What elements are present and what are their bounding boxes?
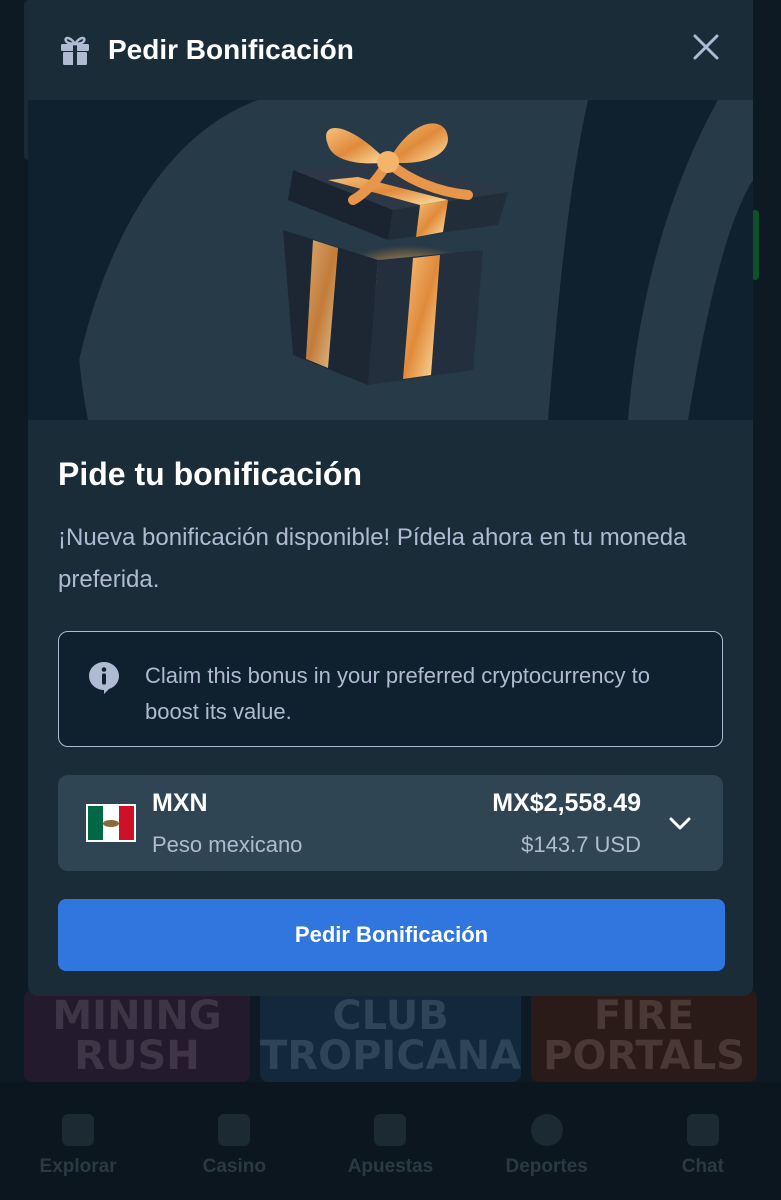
nav-item-casino: Casino xyxy=(169,1114,299,1178)
nav-label: Explorar xyxy=(39,1156,117,1177)
currency-name: Peso mexicano xyxy=(152,831,303,857)
mexico-flag-icon xyxy=(86,804,136,842)
nav-label: Casino xyxy=(202,1156,266,1177)
currency-info: MXN Peso mexicano xyxy=(152,789,492,858)
game-tile-fire-portals: FIRE PORTALS xyxy=(531,990,758,1082)
currency-usd-value: $143.7 USD xyxy=(521,831,641,857)
bottom-nav: Explorar Casino Apuestas Deportes Chat xyxy=(0,1082,781,1200)
betslip-icon xyxy=(374,1114,407,1146)
explore-icon xyxy=(62,1114,95,1146)
game-tile-mining-rush: MINING RUSH xyxy=(24,990,250,1082)
ball-icon xyxy=(530,1114,563,1146)
modal-content: Pide tu bonificación ¡Nueva bonificación… xyxy=(28,420,753,971)
currency-amounts: MX$2,558.49 $143.7 USD xyxy=(492,789,641,858)
info-callout: Claim this bonus in your preferred crypt… xyxy=(58,631,723,747)
hero-banner xyxy=(28,100,753,420)
claim-bonus-button[interactable]: Pedir Bonificación xyxy=(58,899,725,971)
claim-bonus-modal: Pedir Bonificación Pide tu bonificación … xyxy=(28,0,753,996)
chat-icon xyxy=(686,1114,719,1146)
nav-item-explorar: Explorar xyxy=(13,1114,143,1178)
gift-icon xyxy=(61,36,89,65)
chevron-down-icon[interactable] xyxy=(667,810,693,836)
nav-label: Apuestas xyxy=(347,1156,434,1177)
close-icon[interactable] xyxy=(691,32,721,62)
nav-label: Chat xyxy=(681,1156,724,1177)
info-icon xyxy=(89,662,119,694)
nav-item-apuestas: Apuestas xyxy=(325,1114,455,1178)
bonus-heading: Pide tu bonificación xyxy=(58,456,363,492)
nav-item-chat: Chat xyxy=(638,1114,768,1178)
currency-code: MXN xyxy=(152,788,208,817)
currency-amount: MX$2,558.49 xyxy=(492,788,641,817)
currency-selector[interactable]: MXN Peso mexicano MX$2,558.49 $143.7 USD xyxy=(58,775,723,871)
cards-icon xyxy=(218,1114,251,1146)
nav-item-deportes: Deportes xyxy=(482,1114,612,1178)
gift-box-illustration xyxy=(28,100,753,420)
game-tiles: MINING RUSH CLUB TROPICANA FIRE PORTALS xyxy=(24,990,758,1082)
info-text: Claim this bonus in your preferred crypt… xyxy=(145,663,650,724)
bonus-description: ¡Nueva bonificación disponible! Pídela a… xyxy=(58,524,687,593)
game-tile-club-tropicana: CLUB TROPICANA xyxy=(259,990,522,1082)
modal-title: Pedir Bonificación xyxy=(108,34,354,65)
nav-label: Deportes xyxy=(505,1156,588,1177)
modal-header: Pedir Bonificación xyxy=(28,0,753,100)
